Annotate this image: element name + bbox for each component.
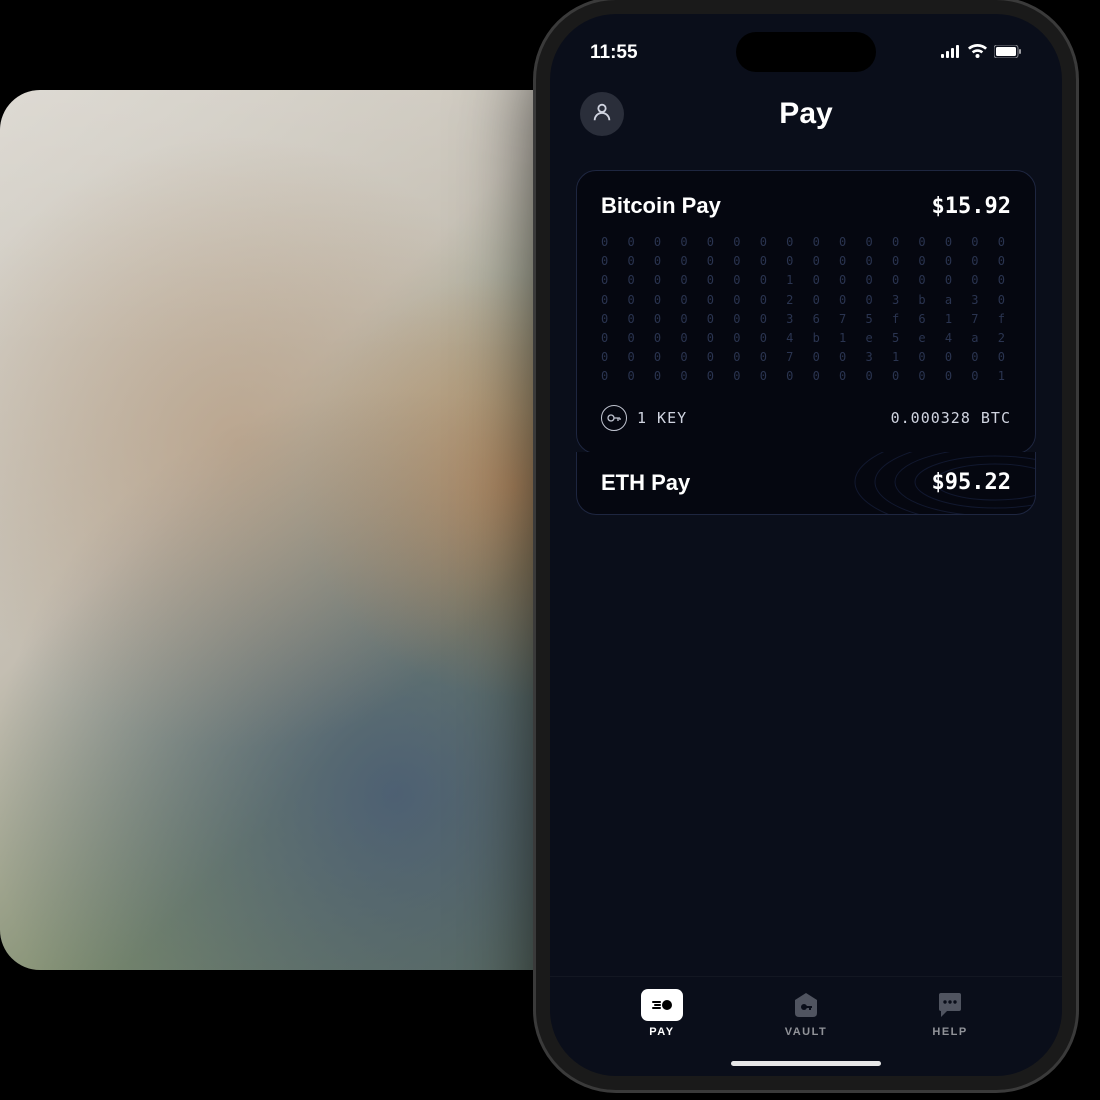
dynamic-island: [736, 32, 876, 72]
phone-screen: 11:55 Pay: [550, 14, 1062, 1076]
tab-bar: PAY VAULT HELP: [550, 976, 1062, 1076]
wallet-balance-fiat: $15.92: [932, 194, 1011, 219]
wallet-cards: Bitcoin Pay $15.92 0 0 0 0 0 0 0 0 0 0 0…: [550, 150, 1062, 515]
phone-frame: 11:55 Pay: [536, 0, 1076, 1090]
tab-label: PAY: [649, 1026, 674, 1038]
home-indicator[interactable]: [731, 1061, 881, 1066]
wallet-balance-fiat: $95.22: [932, 470, 1011, 495]
tab-label: VAULT: [785, 1026, 828, 1038]
battery-icon: [994, 42, 1022, 64]
wallet-card-eth[interactable]: ETH Pay $95.22: [576, 452, 1036, 515]
vault-icon: [785, 989, 827, 1021]
key-icon: [601, 405, 627, 431]
app-header: Pay: [550, 74, 1062, 150]
profile-icon: [591, 101, 613, 128]
wallet-balance-crypto: 0.000328 BTC: [891, 409, 1011, 427]
status-time: 11:55: [590, 42, 638, 64]
status-icons: [941, 42, 1022, 64]
tab-pay[interactable]: PAY: [641, 989, 683, 1038]
wallet-card-bitcoin[interactable]: Bitcoin Pay $15.92 0 0 0 0 0 0 0 0 0 0 0…: [576, 170, 1036, 454]
page-title: Pay: [779, 97, 832, 131]
tab-vault[interactable]: VAULT: [785, 989, 828, 1038]
pay-icon: [641, 989, 683, 1021]
wifi-icon: [968, 42, 987, 64]
keys-label: 1 KEY: [637, 409, 687, 427]
cellular-icon: [941, 42, 961, 64]
tab-label: HELP: [932, 1026, 967, 1038]
hash-matrix: 0 0 0 0 0 0 0 0 0 0 0 0 0 0 0 0 0 0 0 0 …: [601, 233, 1011, 387]
help-icon: [929, 989, 971, 1021]
profile-button[interactable]: [580, 92, 624, 136]
tab-help[interactable]: HELP: [929, 989, 971, 1038]
keys-badge: 1 KEY: [601, 405, 687, 431]
wallet-name: Bitcoin Pay: [601, 193, 721, 219]
wallet-name: ETH Pay: [601, 470, 690, 496]
